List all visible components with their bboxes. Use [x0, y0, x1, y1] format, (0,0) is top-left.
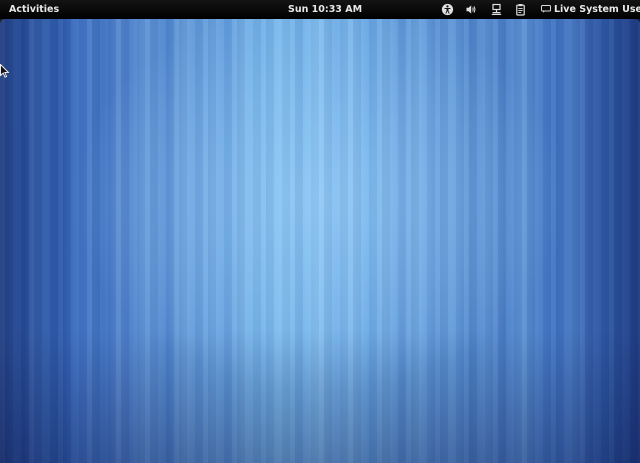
network-icon[interactable] [490, 3, 503, 16]
user-menu[interactable]: Live System User [541, 0, 640, 19]
user-name: Live System User [554, 4, 640, 15]
desktop-wallpaper[interactable] [0, 19, 640, 463]
clock-menu[interactable]: Sun 10:33 AM [288, 0, 362, 19]
accessibility-icon[interactable] [441, 3, 454, 16]
clipboard-icon[interactable] [514, 3, 527, 16]
gnome-shell-screen: Activities Sun 10:33 AM Live System User [0, 0, 640, 463]
top-bar: Activities Sun 10:33 AM Live System User [0, 0, 640, 19]
chat-status-icon [541, 4, 551, 13]
activities-button[interactable]: Activities [9, 0, 59, 19]
volume-icon[interactable] [465, 3, 478, 16]
mouse-pointer-icon [0, 64, 10, 78]
